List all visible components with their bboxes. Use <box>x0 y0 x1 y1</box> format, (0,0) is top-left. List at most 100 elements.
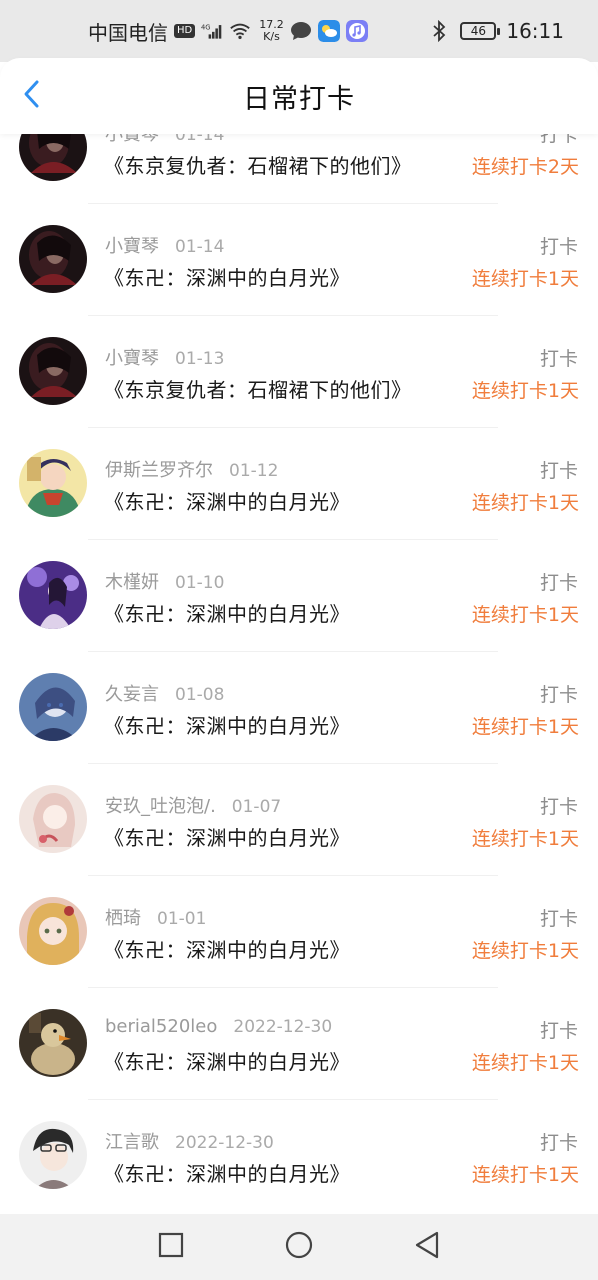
status-time: 16:11 <box>506 19 564 43</box>
bluetooth-icon <box>428 20 450 42</box>
book-title[interactable]: 《东京复仇者：石榴裙下的他们》 <box>104 150 412 179</box>
record-meta: 小寶琴 01-13 <box>105 344 224 370</box>
record-meta: 安玖_吐泡泡/. 01-07 <box>105 792 281 818</box>
avatar[interactable] <box>19 897 87 965</box>
username[interactable]: berial520leo <box>105 1016 217 1037</box>
record-date: 01-13 <box>175 349 225 369</box>
record-meta: 木槿妍 01-10 <box>105 568 224 594</box>
record-meta: berial520leo 2022-12-30 <box>105 1016 332 1037</box>
book-title[interactable]: 《东卍：深渊中的白月光》 <box>104 934 350 963</box>
status-right: 46 16:11 <box>428 19 564 43</box>
streak-label: 连续打卡1天 <box>471 716 579 738</box>
network-speed-unit: K/s <box>263 30 280 43</box>
system-back-button[interactable] <box>407 1227 447 1267</box>
streak-label: 连续打卡1天 <box>471 1164 579 1186</box>
streak-label: 连续打卡1天 <box>471 604 579 626</box>
book-title[interactable]: 《东卍：深渊中的白月光》 <box>104 822 350 851</box>
username[interactable]: 木槿妍 <box>105 568 159 594</box>
carrier-name: 中国电信 <box>88 20 168 45</box>
record-meta: 久妄言 01-08 <box>105 680 224 706</box>
list-item[interactable]: berial520leo 2022-12-30 《东卍：深渊中的白月光》 打卡 … <box>0 988 598 1100</box>
list-item[interactable]: 安玖_吐泡泡/. 01-07 《东卍：深渊中的白月光》 打卡 连续打卡1天 <box>0 764 598 876</box>
network-speed: 17.2 K/s <box>259 19 284 43</box>
home-button[interactable] <box>279 1227 319 1267</box>
square-icon <box>158 1232 184 1262</box>
avatar[interactable] <box>19 1121 87 1189</box>
record-meta: 伊斯兰罗齐尔 01-12 <box>105 456 278 482</box>
record-date: 2022-12-30 <box>233 1017 333 1037</box>
record-meta: 栖琦 01-01 <box>105 904 206 930</box>
record-date: 01-10 <box>175 573 225 593</box>
list-item[interactable]: 久妄言 01-08 《东卍：深渊中的白月光》 打卡 连续打卡1天 <box>0 652 598 764</box>
record-meta: 江言歌 2022-12-30 <box>105 1128 274 1154</box>
list-item[interactable]: 江言歌 2022-12-30 《东卍：深渊中的白月光》 打卡 连续打卡1天 <box>0 1100 598 1212</box>
weather-icon <box>317 20 340 42</box>
record-date: 01-14 <box>175 237 225 257</box>
streak-label: 连续打卡1天 <box>471 940 579 962</box>
circle-icon <box>284 1230 314 1264</box>
list-item[interactable]: 伊斯兰罗齐尔 01-12 《东卍：深渊中的白月光》 打卡 连续打卡1天 <box>0 428 598 540</box>
checkin-tag: 打卡 <box>539 460 578 482</box>
network-type-text: 4G <box>201 23 211 31</box>
status-bar: 中国电信 HD 4G 17.2 K/s 46 16:11 <box>0 0 598 62</box>
username[interactable]: 江言歌 <box>105 1128 159 1154</box>
username[interactable]: 伊斯兰罗齐尔 <box>105 456 213 482</box>
checkin-tag: 打卡 <box>539 1132 578 1154</box>
checkin-tag: 打卡 <box>539 908 578 930</box>
record-date: 01-08 <box>175 685 225 705</box>
avatar[interactable] <box>19 561 87 629</box>
app-header: 日常打卡 <box>0 58 598 134</box>
book-title[interactable]: 《东京复仇者：石榴裙下的他们》 <box>104 374 412 403</box>
record-date: 2022-12-30 <box>175 1133 274 1153</box>
streak-label: 连续打卡2天 <box>471 156 579 178</box>
avatar[interactable] <box>19 785 87 853</box>
streak-label: 连续打卡1天 <box>471 380 579 402</box>
book-title[interactable]: 《东卍：深渊中的白月光》 <box>104 1158 350 1187</box>
list-item[interactable]: 小寶琴 01-13 《东京复仇者：石榴裙下的他们》 打卡 连续打卡1天 <box>0 316 598 428</box>
avatar[interactable] <box>19 449 87 517</box>
chevron-left-icon <box>22 79 42 113</box>
book-title[interactable]: 《东卍：深渊中的白月光》 <box>104 486 350 515</box>
list-item[interactable]: 小寶琴 01-14 《东卍：深渊中的白月光》 打卡 连续打卡1天 <box>0 204 598 316</box>
checkin-tag: 打卡 <box>539 684 578 706</box>
book-title[interactable]: 《东卍：深渊中的白月光》 <box>104 1046 350 1075</box>
triangle-back-icon <box>413 1230 441 1264</box>
battery-level: 46 <box>470 24 486 38</box>
list-item[interactable]: 木槿妍 01-10 《东卍：深渊中的白月光》 打卡 连续打卡1天 <box>0 540 598 652</box>
checkin-tag: 打卡 <box>539 1020 578 1042</box>
battery-icon: 46 <box>460 22 501 40</box>
streak-label: 连续打卡1天 <box>471 492 579 514</box>
signal-icon: 4G <box>201 20 223 42</box>
list-item[interactable]: 栖琦 01-01 《东卍：深渊中的白月光》 打卡 连续打卡1天 <box>0 876 598 988</box>
record-meta: 小寶琴 01-14 <box>105 232 224 258</box>
recent-apps-button[interactable] <box>151 1227 191 1267</box>
username[interactable]: 安玖_吐泡泡/. <box>105 792 216 818</box>
username[interactable]: 小寶琴 <box>105 344 159 370</box>
avatar[interactable] <box>19 337 87 405</box>
username[interactable]: 小寶琴 <box>105 232 159 258</box>
username[interactable]: 栖琦 <box>105 904 141 930</box>
streak-label: 连续打卡1天 <box>471 1052 579 1074</box>
avatar[interactable] <box>19 673 87 741</box>
back-button[interactable] <box>18 80 46 112</box>
checkin-tag: 打卡 <box>539 348 578 370</box>
checkin-list: 小寶琴 01-14 《东京复仇者：石榴裙下的他们》 打卡 连续打卡2天 小寶琴 … <box>0 114 598 1214</box>
record-date: 01-01 <box>157 909 207 929</box>
system-nav-bar <box>0 1214 598 1280</box>
avatar[interactable] <box>19 225 87 293</box>
hd-badge: HD <box>174 24 196 38</box>
message-icon <box>290 20 312 42</box>
checkin-tag: 打卡 <box>539 796 578 818</box>
book-title[interactable]: 《东卍：深渊中的白月光》 <box>104 262 350 291</box>
record-date: 01-07 <box>231 797 282 817</box>
page-title: 日常打卡 <box>243 83 355 115</box>
checkin-tag: 打卡 <box>539 572 578 594</box>
avatar[interactable] <box>19 1009 87 1077</box>
book-title[interactable]: 《东卍：深渊中的白月光》 <box>104 710 350 739</box>
streak-label: 连续打卡1天 <box>471 268 579 290</box>
music-icon <box>345 20 368 42</box>
book-title[interactable]: 《东卍：深渊中的白月光》 <box>104 598 350 627</box>
record-date: 01-12 <box>229 461 279 481</box>
checkin-tag: 打卡 <box>539 236 578 258</box>
username[interactable]: 久妄言 <box>105 680 159 706</box>
